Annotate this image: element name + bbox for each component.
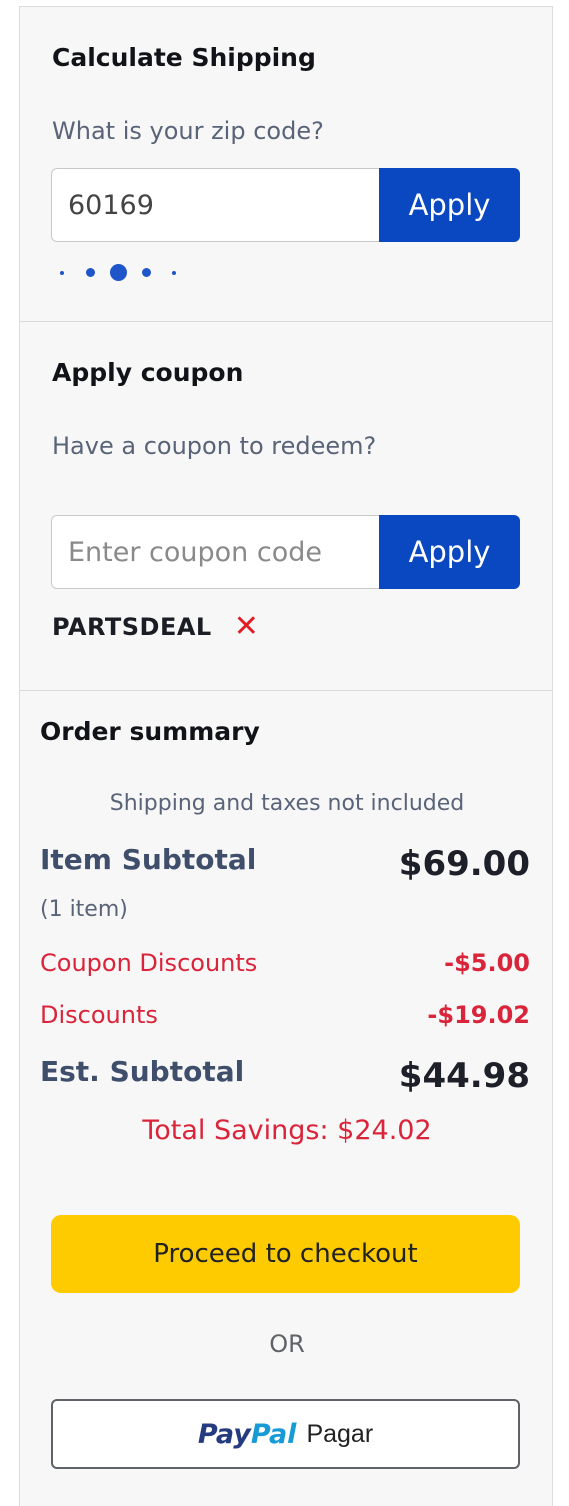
item-subtotal-label: Item Subtotal (40, 843, 257, 876)
coupon-apply-button[interactable]: Apply (379, 515, 520, 589)
paypal-button[interactable]: PayPal Pagar (51, 1399, 520, 1469)
coupon-input[interactable] (51, 515, 379, 589)
discounts-label: Discounts (40, 1001, 158, 1029)
proceed-to-checkout-button[interactable]: Proceed to checkout (51, 1215, 520, 1293)
coupon-title: Apply coupon (52, 358, 244, 387)
coupon-prompt: Have a coupon to redeem? (52, 432, 377, 460)
coupon-discounts-value: -$5.00 (444, 949, 530, 977)
summary-title: Order summary (40, 717, 260, 746)
zip-apply-button[interactable]: Apply (379, 168, 520, 242)
cart-sidebar: Calculate Shipping What is your zip code… (19, 6, 553, 1506)
zip-prompt: What is your zip code? (52, 117, 324, 145)
est-subtotal-value: $44.98 (398, 1056, 530, 1096)
shipping-title: Calculate Shipping (52, 43, 316, 72)
summary-note: Shipping and taxes not included (109, 791, 465, 816)
paypal-logo: PayPal (197, 1418, 297, 1450)
coupon-discounts-label: Coupon Discounts (40, 949, 258, 977)
close-icon[interactable]: ✕ (234, 612, 259, 642)
paypal-label: Pagar (306, 1419, 374, 1448)
applied-coupon-code: PARTSDEAL (52, 613, 212, 641)
zip-input[interactable] (51, 168, 379, 242)
item-subtotal-value: $69.00 (398, 844, 530, 884)
est-subtotal-label: Est. Subtotal (40, 1055, 245, 1088)
applied-coupon: PARTSDEAL ✕ (52, 612, 259, 642)
shipping-section: Calculate Shipping What is your zip code… (20, 7, 552, 322)
coupon-form: Apply (51, 515, 520, 589)
item-count: (1 item) (40, 897, 128, 922)
discounts-value: -$19.02 (427, 1001, 530, 1029)
or-divider: OR (269, 1330, 305, 1358)
total-savings: Total Savings: $24.02 (142, 1115, 432, 1146)
zip-form: Apply (51, 168, 520, 242)
